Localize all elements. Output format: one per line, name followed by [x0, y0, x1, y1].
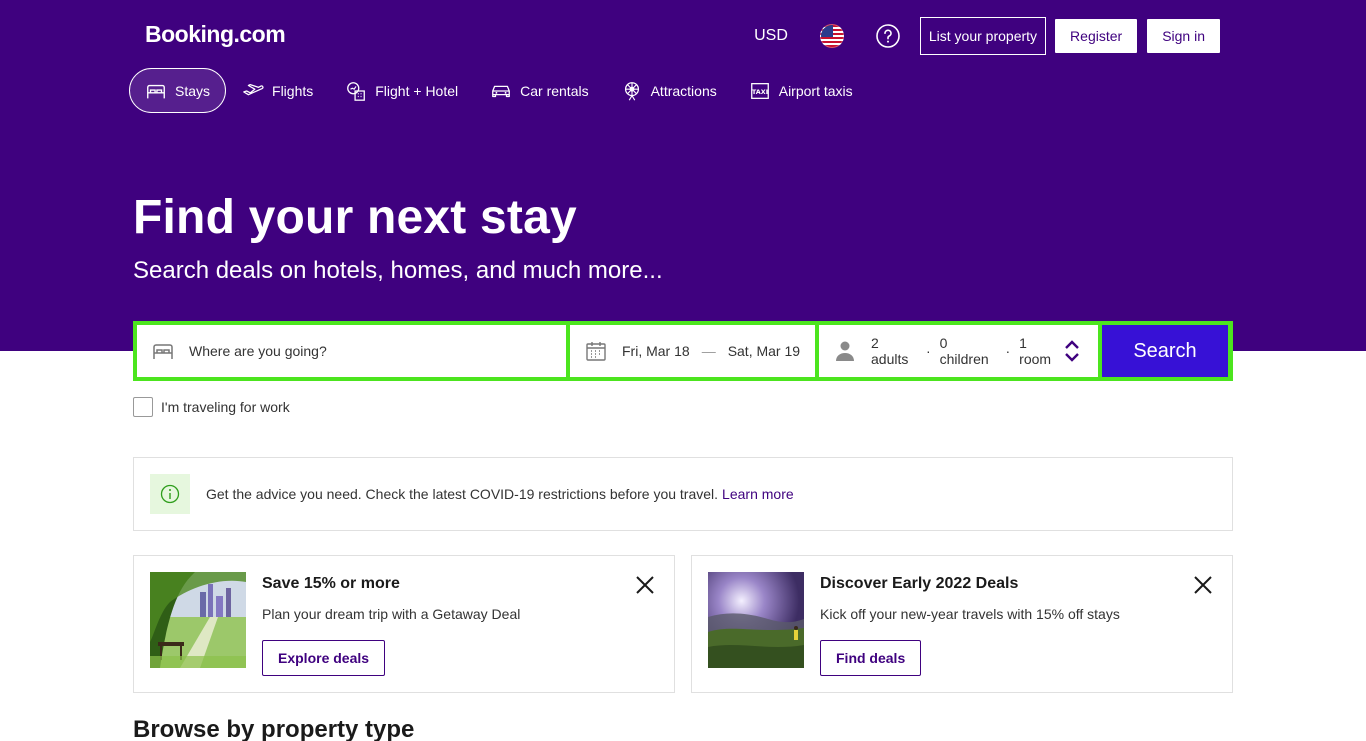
chevron-updown-icon: [1065, 340, 1079, 362]
nav-flight-hotel-label: Flight + Hotel: [375, 82, 459, 99]
nav-airport-taxis[interactable]: TAXI Airport taxis: [733, 68, 869, 113]
park-bench-image: [150, 572, 246, 668]
person-icon: [836, 341, 854, 361]
hero-title: Find your next stay: [133, 191, 577, 244]
mountain-sunrise-image: [708, 572, 804, 668]
work-travel-label: I'm traveling for work: [161, 399, 290, 415]
currency-selector[interactable]: USD: [754, 27, 788, 45]
promo-card-early-2022: Discover Early 2022 Deals Kick off your …: [691, 555, 1233, 693]
close-icon[interactable]: [1192, 574, 1214, 596]
list-property-button[interactable]: List your property: [919, 17, 1047, 55]
plane-hotel-icon: [347, 81, 366, 101]
nav-airport-taxis-label: Airport taxis: [778, 82, 853, 99]
rooms-count: 1 room: [1019, 335, 1052, 367]
learn-more-link[interactable]: Learn more: [722, 486, 794, 502]
info-icon: [150, 474, 190, 514]
nav-flight-hotel[interactable]: Flight + Hotel: [329, 68, 474, 113]
find-deals-button[interactable]: Find deals: [820, 640, 922, 676]
covid-notice: Get the advice you need. Check the lates…: [133, 457, 1233, 531]
card-title: Discover Early 2022 Deals: [820, 575, 1019, 592]
help-icon[interactable]: [876, 24, 900, 48]
us-flag-icon[interactable]: [819, 24, 844, 48]
hero-banner: Booking.com USD List your property Regis…: [0, 0, 1366, 351]
bed-icon: [153, 344, 173, 359]
destination-field[interactable]: Where are you going?: [137, 325, 566, 377]
product-nav: Stays Flights Flight + Hotel Car rentals…: [129, 68, 869, 113]
explore-deals-button[interactable]: Explore deals: [262, 640, 386, 676]
svg-text:TAXI: TAXI: [752, 87, 768, 95]
browse-property-heading: Browse by property type: [133, 716, 415, 741]
children-count: 0 children: [939, 335, 989, 367]
nav-flights-label: Flights: [272, 82, 314, 99]
nav-attractions[interactable]: Attractions: [605, 68, 733, 113]
card-description: Kick off your new-year travels with 15% …: [820, 606, 1120, 622]
close-icon[interactable]: [634, 574, 656, 596]
nav-stays[interactable]: Stays: [129, 68, 227, 113]
nav-flights[interactable]: Flights: [226, 68, 329, 113]
card-description: Plan your dream trip with a Getaway Deal: [262, 606, 521, 622]
guests-field[interactable]: 2 adults · 0 children · 1 room: [819, 325, 1098, 377]
destination-input[interactable]: Where are you going?: [189, 343, 327, 359]
nav-stays-label: Stays: [175, 82, 211, 99]
search-button[interactable]: Search: [1102, 325, 1228, 377]
card-title: Save 15% or more: [262, 575, 400, 592]
bed-icon: [147, 84, 165, 98]
plane-icon: [243, 83, 264, 95]
search-bar: Where are you going? Fri, Mar 18 — Sat, …: [133, 321, 1233, 381]
sign-in-button[interactable]: Sign in: [1147, 19, 1220, 53]
checkin-date[interactable]: Fri, Mar 18: [622, 343, 690, 359]
hero-subtitle: Search deals on hotels, homes, and much …: [133, 257, 663, 284]
attractions-icon: [624, 81, 639, 100]
checkout-date[interactable]: Sat, Mar 19: [728, 343, 800, 359]
date-range-field[interactable]: Fri, Mar 18 — Sat, Mar 19: [570, 325, 815, 377]
promo-card-getaway: Save 15% or more Plan your dream trip wi…: [133, 555, 675, 693]
calendar-icon: [586, 342, 606, 361]
covid-text: Get the advice you need. Check the lates…: [206, 486, 719, 502]
date-separator: —: [701, 343, 716, 359]
header-actions: USD List your property Register Sign in: [754, 17, 1220, 55]
register-button[interactable]: Register: [1055, 19, 1138, 53]
car-icon: [492, 85, 511, 97]
adults-count: 2 adults: [871, 335, 909, 367]
nav-car-rentals[interactable]: Car rentals: [474, 68, 604, 113]
work-travel-checkbox[interactable]: [133, 397, 153, 417]
nav-attractions-label: Attractions: [650, 82, 717, 99]
booking-logo[interactable]: Booking.com: [145, 21, 286, 48]
nav-car-rentals-label: Car rentals: [520, 82, 589, 99]
work-travel-option[interactable]: I'm traveling for work: [133, 397, 290, 417]
taxi-icon: TAXI: [750, 82, 769, 99]
